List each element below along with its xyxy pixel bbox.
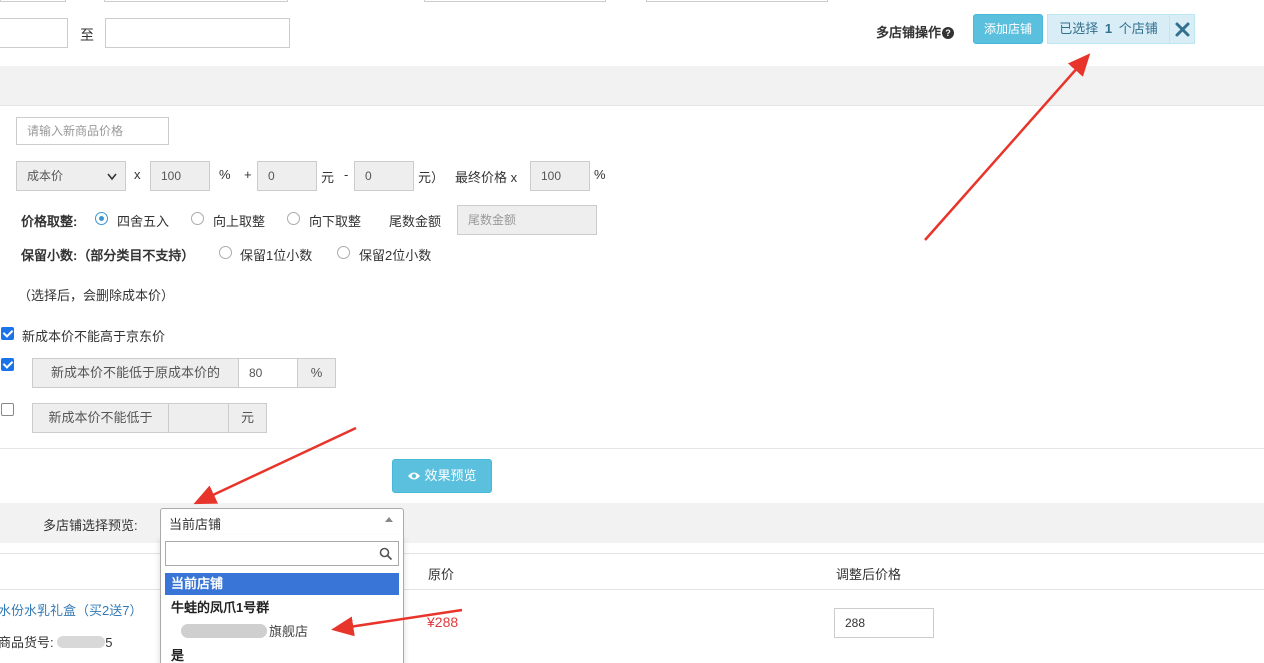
final-percent-sign: %: [594, 167, 606, 182]
clear-selection-button[interactable]: [1170, 14, 1195, 44]
store-search-input[interactable]: [165, 541, 399, 566]
constraint-1-checkbox[interactable]: [1, 327, 14, 340]
store-option-current[interactable]: 当前店铺: [165, 573, 399, 595]
header-original-price: 原价: [428, 567, 455, 582]
multi-store-label: 多店铺操作?: [876, 22, 955, 41]
section-band-top: [0, 66, 1264, 106]
radio-decimal-1-label: 保留1位小数: [240, 248, 313, 263]
radio-round-up-label: 向上取整: [213, 214, 266, 229]
note-text: （选择后，会删除成本价）: [18, 288, 175, 303]
header-adjusted-price: 调整后价格: [836, 567, 902, 582]
constraint-2-unit: %: [297, 358, 336, 388]
store-option-flagship[interactable]: 旗舰店: [165, 621, 399, 643]
constraint-1-label: 新成本价不能高于京东价: [22, 329, 166, 344]
new-price-input[interactable]: 请输入新商品价格: [16, 117, 169, 145]
selected-count: 1: [1104, 21, 1113, 36]
store-dropdown-panel: 当前店铺 牛蛙的凤爪1号群 旗舰店 是: [160, 535, 404, 663]
percent-input[interactable]: 100: [150, 161, 210, 191]
constraint-2-input[interactable]: 80: [238, 358, 298, 388]
final-price-label: 最终价格 x: [455, 170, 518, 185]
constraint-3-checkbox[interactable]: [1, 403, 14, 416]
preview-button[interactable]: 效果预览: [392, 459, 492, 493]
top-filter-input-a[interactable]: [0, 0, 66, 2]
yuan-label: 元: [321, 170, 335, 185]
radio-round-half-label: 四舍五入: [117, 214, 170, 229]
times-icon: [1175, 22, 1190, 37]
radio-round-down-label: 向下取整: [309, 214, 362, 229]
original-price-value: ¥288: [427, 614, 459, 630]
add-amount-input[interactable]: 0: [257, 161, 317, 191]
question-circle-icon[interactable]: ?: [942, 27, 955, 39]
range-end-input[interactable]: [105, 18, 290, 48]
base-price-select[interactable]: 成本价: [16, 161, 126, 191]
store-preview-label: 多店铺选择预览:: [43, 518, 138, 533]
radio-decimal-2-label: 保留2位小数: [359, 248, 432, 263]
top-filter-input-b[interactable]: [104, 0, 288, 2]
range-start-input[interactable]: [0, 18, 68, 48]
subtract-amount-input[interactable]: 0: [354, 161, 414, 191]
adjusted-price-input[interactable]: 288: [834, 608, 934, 638]
product-name-link[interactable]: 水份水乳礼盒（买2送7）: [0, 600, 142, 619]
search-icon: [379, 547, 393, 561]
constraint-2-label: 新成本价不能低于原成本价的: [32, 358, 239, 388]
constraint-3-input[interactable]: [168, 403, 229, 433]
chevron-down-icon: [107, 173, 117, 181]
add-store-button[interactable]: 添加店铺: [973, 14, 1043, 44]
yuan-paren-label: 元）: [418, 170, 445, 185]
final-percent-input[interactable]: 100: [530, 161, 590, 191]
range-separator: 至: [80, 27, 94, 43]
minus-sign: -: [344, 167, 349, 182]
store-name-redacted: [181, 624, 267, 638]
constraint-3-unit: 元: [228, 403, 267, 433]
eye-icon: [408, 472, 421, 480]
selected-stores-badge[interactable]: 已选择 1 个店铺: [1047, 14, 1170, 44]
radio-round-down[interactable]: [287, 212, 300, 225]
radio-round-half[interactable]: [95, 212, 108, 225]
constraint-3-label: 新成本价不能低于: [32, 403, 169, 433]
store-option-partial[interactable]: 是: [165, 645, 399, 663]
constraint-2-checkbox[interactable]: [1, 358, 14, 371]
top-filter-input-d[interactable]: [646, 0, 828, 2]
top-filter-input-c[interactable]: [424, 0, 606, 2]
radio-round-up[interactable]: [191, 212, 204, 225]
sku-redacted: [57, 636, 106, 648]
radio-decimal-2[interactable]: [337, 246, 350, 259]
store-preview-select[interactable]: 当前店铺: [160, 508, 404, 536]
store-option-group[interactable]: 牛蛙的凤爪1号群: [165, 597, 399, 619]
multiply-sign: x: [134, 167, 141, 182]
tail-amount-label: 尾数金额: [389, 214, 442, 229]
radio-decimal-1[interactable]: [219, 246, 232, 259]
percent-sign: %: [219, 167, 231, 182]
store-options: 当前店铺 牛蛙的凤爪1号群 旗舰店 是: [165, 573, 399, 663]
section-divider: [0, 448, 1264, 449]
tail-amount-input[interactable]: 尾数金额: [457, 205, 597, 235]
rounding-label: 价格取整:: [21, 214, 78, 229]
product-sku: 商品货号: 5: [0, 635, 113, 650]
decimals-label: 保留小数:（部分类目不支持）: [21, 248, 195, 263]
caret-up-icon: [385, 517, 393, 522]
arrow-to-store-select: [193, 426, 357, 505]
plus-sign: +: [244, 167, 252, 182]
